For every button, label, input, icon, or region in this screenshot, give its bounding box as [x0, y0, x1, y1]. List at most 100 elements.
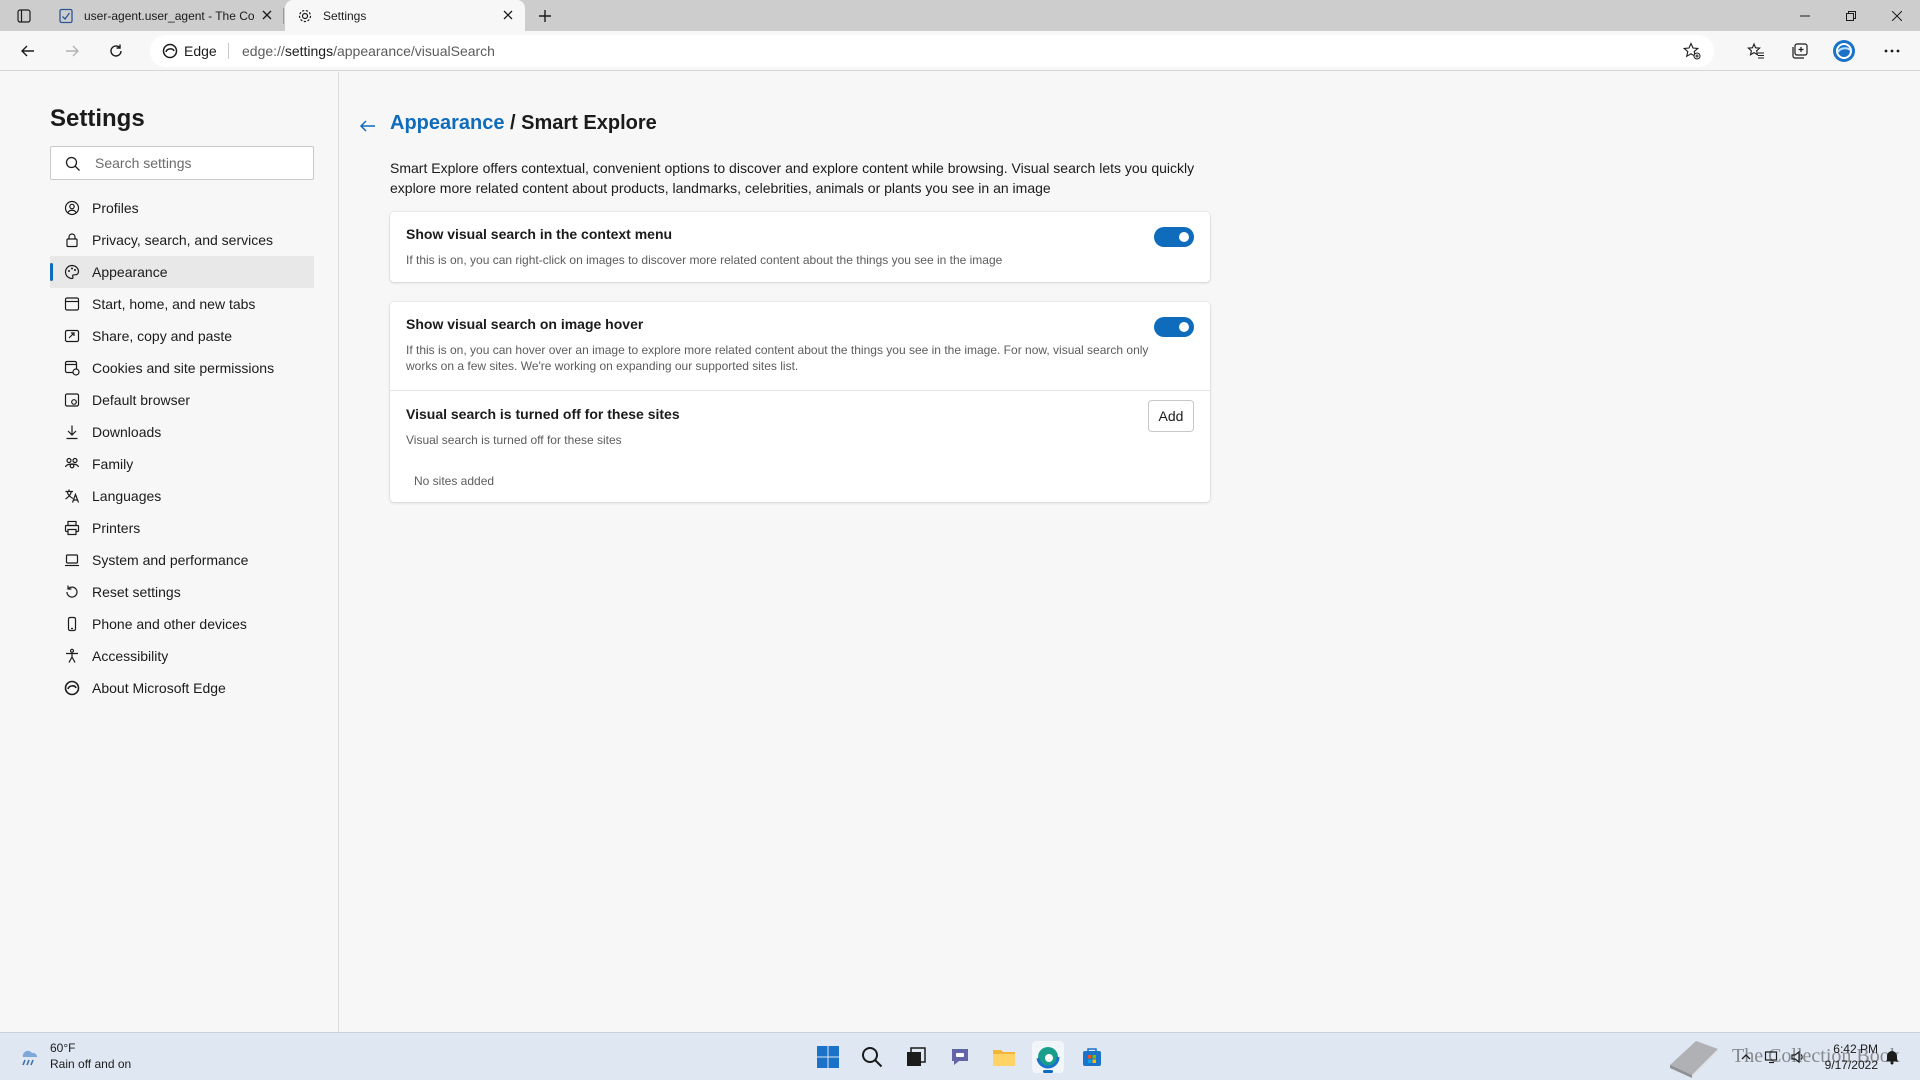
search-taskbar-icon[interactable] — [856, 1041, 888, 1073]
image-hover-card: Show visual search on image hover If thi… — [390, 302, 1210, 502]
close-tab-icon[interactable] — [501, 8, 515, 22]
sidebar-item-languages[interactable]: Languages — [50, 480, 314, 512]
more-options-icon[interactable] — [1878, 37, 1906, 65]
add-site-button[interactable]: Add — [1148, 400, 1194, 432]
minimize-icon[interactable] — [1782, 0, 1828, 31]
tab-actions-icon[interactable] — [10, 6, 38, 26]
tab-strip: user-agent.user_agent - The Coll Setting… — [0, 0, 1920, 31]
edge-taskbar-icon[interactable] — [1032, 1041, 1064, 1073]
profile-icon — [64, 200, 80, 216]
clock-date: 9/17/2022 — [1824, 1058, 1878, 1072]
gear-icon — [297, 8, 313, 24]
system-clock[interactable]: 6:42 PM 9/17/2022 — [1825, 1041, 1878, 1073]
printer-icon — [64, 520, 80, 536]
sidebar-item-label: Printers — [92, 520, 141, 536]
language-icon — [64, 488, 80, 504]
cookie-icon — [64, 360, 80, 376]
settings-title: Settings — [50, 105, 145, 132]
refresh-icon[interactable] — [102, 37, 130, 65]
task-view-icon[interactable] — [900, 1041, 932, 1073]
url-suffix: /appearance/visualSearch — [333, 43, 495, 59]
tab-user-agent[interactable]: user-agent.user_agent - The Coll — [48, 0, 284, 31]
sidebar-item-label: Default browser — [92, 392, 191, 408]
context-menu-card: Show visual search in the context menu I… — [390, 212, 1210, 282]
tab-separator — [283, 8, 284, 24]
image-hover-title: Show visual search on image hover — [406, 316, 644, 332]
restore-icon[interactable] — [1828, 0, 1874, 31]
sidebar-item-printers[interactable]: Printers — [50, 512, 314, 544]
sidebar-item-accessibility[interactable]: Accessibility — [50, 640, 314, 672]
favorites-icon[interactable] — [1742, 37, 1770, 65]
lock-icon — [64, 232, 80, 248]
notification-bell-icon[interactable] — [1882, 1047, 1902, 1067]
add-favorite-icon[interactable] — [1682, 41, 1702, 61]
url-highlight: settings — [284, 43, 334, 59]
clock-time: 6:42 PM — [1833, 1042, 1878, 1056]
sidebar-item-default-browser[interactable]: Default browser — [50, 384, 314, 416]
sidebar-item-label: Start, home, and new tabs — [92, 296, 256, 312]
settings-nav: Profiles Privacy, search, and services A… — [50, 192, 314, 704]
teams-chat-icon[interactable] — [944, 1041, 976, 1073]
context-menu-toggle[interactable] — [1154, 227, 1194, 247]
sidebar-item-label: Profiles — [92, 200, 139, 216]
collections-icon[interactable] — [1786, 37, 1814, 65]
section-divider — [390, 390, 1210, 391]
home-tabs-icon — [64, 296, 80, 312]
sidebar-item-label: Privacy, search, and services — [92, 232, 274, 248]
page-title: Appearance / Smart Explore — [390, 112, 657, 135]
back-icon[interactable] — [14, 37, 42, 65]
sidebar-item-family[interactable]: Family — [50, 448, 314, 480]
volume-icon[interactable] — [1788, 1047, 1808, 1067]
search-settings-input[interactable] — [95, 153, 305, 173]
accessibility-icon — [64, 648, 80, 664]
sidebar-item-start-home[interactable]: Start, home, and new tabs — [50, 288, 314, 320]
sidebar-item-system[interactable]: System and performance — [50, 544, 314, 576]
sidebar-item-appearance[interactable]: Appearance — [50, 256, 314, 288]
image-hover-subtitle: If this is on, you can hover over an ima… — [406, 343, 1149, 373]
sidebar-item-profiles[interactable]: Profiles — [50, 192, 314, 224]
sidebar-item-downloads[interactable]: Downloads — [50, 416, 314, 448]
profile-avatar-icon[interactable] — [1830, 37, 1858, 65]
breadcrumb-current: Smart Explore — [521, 112, 657, 134]
sidebar-item-label: Accessibility — [92, 648, 169, 664]
breadcrumb-separator: / — [504, 112, 522, 134]
sidebar-item-reset[interactable]: Reset settings — [50, 576, 314, 608]
sidebar-item-label: Appearance — [92, 264, 168, 280]
address-separator — [228, 43, 229, 59]
close-window-icon[interactable] — [1874, 0, 1920, 31]
family-icon — [64, 456, 80, 472]
sidebar-item-phone[interactable]: Phone and other devices — [50, 608, 314, 640]
network-icon[interactable] — [1762, 1047, 1782, 1067]
sidebar-item-about[interactable]: About Microsoft Edge — [50, 672, 314, 704]
sidebar-item-label: System and performance — [92, 552, 249, 568]
site-identity[interactable]: Edge — [162, 41, 217, 61]
tab-title: Settings — [323, 8, 367, 23]
forward-icon[interactable] — [58, 37, 86, 65]
document-icon — [58, 8, 74, 24]
tab-settings[interactable]: Settings — [285, 0, 525, 31]
sidebar-item-label: Share, copy and paste — [92, 328, 233, 344]
breadcrumb-appearance-link[interactable]: Appearance — [390, 112, 505, 134]
store-icon[interactable] — [1076, 1041, 1108, 1073]
sidebar-item-share-copy[interactable]: Share, copy and paste — [50, 320, 314, 352]
sidebar-item-label: Downloads — [92, 424, 162, 440]
file-explorer-icon[interactable] — [988, 1041, 1020, 1073]
browser-toolbar: Edge edge://settings/appearance/visualSe… — [0, 31, 1920, 71]
sidebar-item-label: About Microsoft Edge — [92, 680, 226, 696]
chevron-up-icon[interactable] — [1736, 1047, 1756, 1067]
weather-temperature: 60°F — [50, 1041, 76, 1055]
url-prefix: edge:// — [242, 43, 285, 59]
new-tab-icon[interactable] — [535, 6, 555, 26]
sidebar-item-label: Reset settings — [92, 584, 181, 600]
windows-taskbar: 60°F Rain off and on The Collection Book… — [0, 1032, 1920, 1080]
url-text[interactable]: edge://settings/appearance/visualSearch — [242, 43, 495, 59]
edge-logo-icon — [162, 43, 178, 59]
close-tab-icon[interactable] — [260, 8, 274, 22]
search-settings-box[interactable] — [50, 146, 314, 180]
sidebar-item-cookies[interactable]: Cookies and site permissions — [50, 352, 314, 384]
image-hover-toggle[interactable] — [1154, 317, 1194, 337]
address-bar[interactable]: Edge edge://settings/appearance/visualSe… — [150, 35, 1714, 67]
back-arrow-icon[interactable] — [358, 116, 378, 136]
sidebar-item-privacy[interactable]: Privacy, search, and services — [50, 224, 314, 256]
start-icon[interactable] — [812, 1041, 844, 1073]
